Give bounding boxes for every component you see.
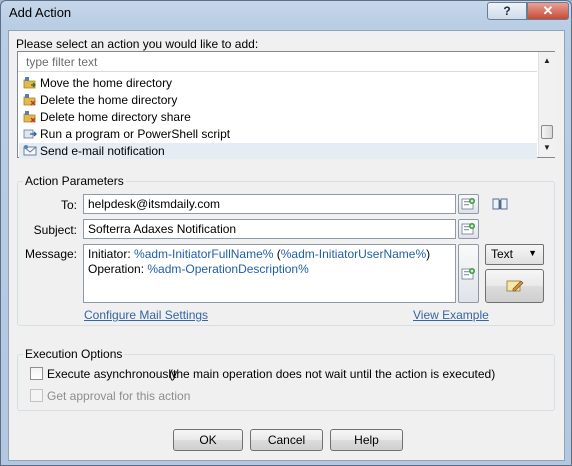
message-line-1: Initiator: %adm-InitiatorFullName% (%adm… — [88, 247, 451, 262]
message-variable: %adm-InitiatorFullName% — [134, 247, 274, 261]
subject-label: Subject: — [33, 223, 77, 237]
list-item-label: Send e-mail notification — [40, 144, 165, 158]
list-item-label: Move the home directory — [40, 76, 173, 90]
list-item-label: Run a program or PowerShell script — [40, 127, 231, 141]
get-approval-label[interactable]: Get approval for this action — [47, 389, 190, 403]
add-action-dialog: Add Action ? ✕ Please select an action y… — [0, 0, 572, 466]
title-bar[interactable]: Add Action ? ✕ — [1, 1, 571, 25]
list-item[interactable]: Delete the home directory — [19, 92, 537, 108]
cancel-button[interactable]: Cancel — [250, 429, 323, 451]
execute-async-note: (the main operation does not wait until … — [169, 367, 496, 381]
view-example-link[interactable]: View Example — [413, 308, 489, 322]
help-title-button[interactable]: ? — [487, 2, 527, 20]
message-variable: %adm-OperationDescription% — [147, 262, 309, 276]
message-text: ) — [426, 247, 431, 261]
run-script-icon — [23, 129, 37, 139]
insert-variable-subject-button[interactable] — [458, 219, 479, 239]
dialog-body: Please select an action you would like t… — [8, 30, 565, 461]
format-select[interactable]: Text ▼ — [485, 244, 544, 265]
to-input[interactable]: helpdesk@itsmdaily.com — [83, 194, 456, 214]
message-variable: %adm-InitiatorUserName% — [280, 247, 427, 261]
list-scrollbar[interactable]: ▲ ▼ — [538, 52, 555, 157]
action-list[interactable]: type filter text Move the home directory… — [17, 51, 555, 159]
list-item-label: Delete home directory share — [40, 110, 191, 124]
get-approval-checkbox[interactable] — [30, 389, 43, 402]
message-label: Message: — [24, 247, 77, 261]
subject-input[interactable]: Softerra Adaxes Notification — [83, 219, 456, 239]
folder-share-delete-icon — [23, 111, 36, 123]
folder-move-icon — [23, 77, 36, 89]
list-item[interactable]: Delete home directory share — [19, 109, 537, 125]
list-item-selected[interactable]: Send e-mail notification — [19, 143, 537, 159]
scroll-up-icon[interactable]: ▲ — [540, 54, 554, 68]
insert-variable-message-button[interactable] — [458, 244, 479, 303]
message-line-2: Operation: %adm-OperationDescription% — [88, 262, 451, 277]
filter-input[interactable]: type filter text — [18, 52, 537, 72]
to-label: To: — [60, 198, 77, 212]
email-icon — [23, 145, 37, 156]
message-text: Operation: — [88, 262, 148, 276]
action-parameters-title: Action Parameters — [23, 174, 126, 188]
edit-icon — [506, 280, 524, 292]
execution-options-title: Execution Options — [23, 347, 125, 361]
ok-button[interactable]: OK — [173, 429, 243, 451]
select-action-prompt: Please select an action you would like t… — [16, 37, 259, 51]
list-item-label: Delete the home directory — [40, 93, 178, 107]
help-button[interactable]: Help — [330, 429, 403, 451]
edit-message-button[interactable] — [485, 269, 544, 303]
dialog-title: Add Action — [9, 5, 72, 20]
message-text: ( — [273, 247, 281, 261]
insert-variable-to-button[interactable] — [458, 194, 479, 214]
scroll-down-icon[interactable]: ▼ — [540, 141, 554, 155]
list-item[interactable]: Move the home directory — [19, 75, 537, 91]
address-book-icon[interactable] — [492, 197, 508, 211]
close-button[interactable]: ✕ — [527, 2, 569, 20]
insert-field-icon — [461, 198, 475, 210]
message-textarea[interactable]: Initiator: %adm-InitiatorFullName% (%adm… — [83, 244, 456, 303]
scroll-thumb[interactable] — [541, 125, 553, 139]
folder-delete-icon — [23, 94, 36, 106]
execute-async-checkbox[interactable] — [30, 367, 43, 380]
list-item[interactable]: Run a program or PowerShell script — [19, 126, 537, 142]
insert-field-icon — [461, 223, 475, 235]
chevron-down-icon: ▼ — [528, 248, 537, 258]
insert-field-icon — [461, 268, 475, 280]
message-text: Initiator: — [88, 247, 135, 261]
configure-mail-settings-link[interactable]: Configure Mail Settings — [84, 308, 208, 322]
execute-async-label[interactable]: Execute asynchronously — [47, 367, 177, 381]
format-select-value: Text — [491, 247, 514, 261]
